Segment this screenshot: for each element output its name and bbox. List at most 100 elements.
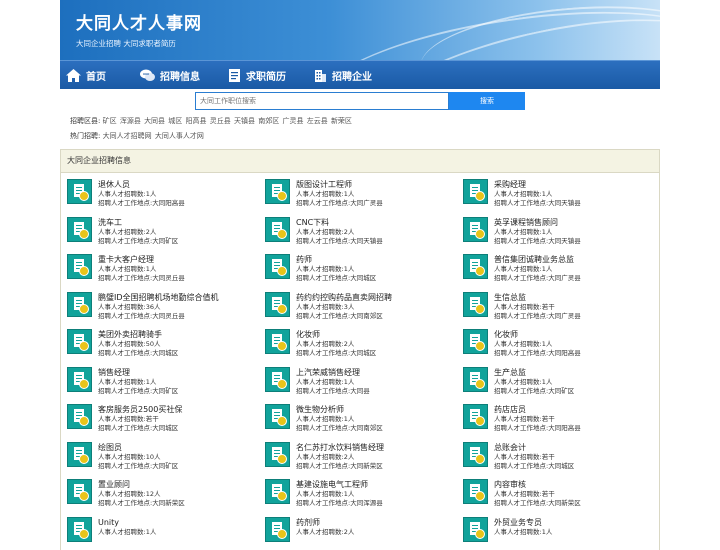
job-title[interactable]: 基建设施电气工程师	[296, 479, 383, 490]
job-count-label: 人事人才招聘数:	[98, 340, 146, 348]
area-link[interactable]: 新荣区	[331, 117, 352, 125]
job-title[interactable]: 总账会计	[494, 442, 574, 453]
job-item[interactable]: Unity人事人才招聘数:1人	[67, 517, 265, 550]
job-logo-icon	[463, 179, 488, 204]
job-title[interactable]: 洗车工	[98, 217, 178, 228]
job-item[interactable]: 重卡大客户经理人事人才招聘数:1人招聘人才工作地点:大同灵丘县	[67, 254, 265, 292]
job-location-label: 招聘人才工作地点:	[296, 424, 350, 432]
area-link[interactable]: 广灵县	[282, 117, 303, 125]
job-title[interactable]: 客房服务员2500买社保	[98, 404, 182, 415]
job-item[interactable]: 外贸业务专员人事人才招聘数:1人	[463, 517, 660, 550]
area-link[interactable]: 城区	[168, 117, 182, 125]
job-title[interactable]: 内容审核	[494, 479, 581, 490]
job-item[interactable]: 名仁苏打水饮料销售经理人事人才招聘数:2人招聘人才工作地点:大同新荣区	[265, 442, 463, 480]
job-title[interactable]: 化妆师	[296, 329, 376, 340]
area-link[interactable]: 浑源县	[120, 117, 141, 125]
job-title[interactable]: 置业顾问	[98, 479, 185, 490]
job-item[interactable]: 药剂师人事人才招聘数:2人	[265, 517, 463, 550]
job-title[interactable]: Unity	[98, 517, 156, 528]
job-title[interactable]: 英孚课程销售顾问	[494, 217, 581, 228]
job-title[interactable]: 重卡大客户经理	[98, 254, 185, 265]
job-title[interactable]: 普信集团诚聘业务总监	[494, 254, 581, 265]
job-title[interactable]: 销售经理	[98, 367, 178, 378]
hot-label: 热门招聘:	[70, 132, 100, 140]
job-grid: 退休人员人事人才招聘数:1人招聘人才工作地点:大同阳高县版图设计工程师人事人才招…	[61, 173, 659, 550]
job-item[interactable]: 化妆师人事人才招聘数:1人招聘人才工作地点:大同阳高县	[463, 329, 660, 367]
hot-link[interactable]: 大同人才招聘网	[103, 132, 152, 140]
job-item[interactable]: CNC下料人事人才招聘数:2人招聘人才工作地点:大同天镇县	[265, 217, 463, 255]
job-title[interactable]: 绘图员	[98, 442, 178, 453]
job-count: 人事人才招聘数:1人	[98, 265, 185, 274]
job-title[interactable]: 上汽荣威销售经理	[296, 367, 370, 378]
job-location-label: 招聘人才工作地点:	[296, 199, 350, 207]
job-logo-icon	[265, 254, 290, 279]
job-count: 人事人才招聘数:1人	[296, 265, 376, 274]
job-count-label: 人事人才招聘数:	[494, 415, 542, 423]
job-title[interactable]: 药店店员	[494, 404, 581, 415]
nav-item-jobs[interactable]: 招聘信息	[140, 68, 200, 83]
area-link[interactable]: 左云县	[307, 117, 328, 125]
job-title[interactable]: 采购经理	[494, 179, 581, 190]
job-title[interactable]: 药剂师	[296, 517, 354, 528]
job-item[interactable]: 退休人员人事人才招聘数:1人招聘人才工作地点:大同阳高县	[67, 179, 265, 217]
job-title[interactable]: 药师	[296, 254, 376, 265]
job-item[interactable]: 采购经理人事人才招聘数:1人招聘人才工作地点:大同天镇县	[463, 179, 660, 217]
area-link[interactable]: 灵丘县	[210, 117, 231, 125]
job-item[interactable]: 内容审核人事人才招聘数:若干招聘人才工作地点:大同新荣区	[463, 479, 660, 517]
area-link[interactable]: 天镇县	[234, 117, 255, 125]
job-item[interactable]: 绘图员人事人才招聘数:10人招聘人才工作地点:大同矿区	[67, 442, 265, 480]
job-item[interactable]: 总账会计人事人才招聘数:若干招聘人才工作地点:大同城区	[463, 442, 660, 480]
job-item[interactable]: 药约约控购药品直卖网招聘人事人才招聘数:3人招聘人才工作地点:大同南郊区	[265, 292, 463, 330]
job-location-label: 招聘人才工作地点:	[494, 274, 548, 282]
job-item[interactable]: 英孚课程销售顾问人事人才招聘数:1人招聘人才工作地点:大同天镇县	[463, 217, 660, 255]
job-count: 人事人才招聘数:10人	[98, 453, 178, 462]
job-item[interactable]: 微生物分析师人事人才招聘数:1人招聘人才工作地点:大同南郊区	[265, 404, 463, 442]
nav-item-companies[interactable]: 招聘企业	[314, 68, 372, 83]
job-item[interactable]: 生信总监人事人才招聘数:若干招聘人才工作地点:大同广灵县	[463, 292, 660, 330]
hot-link[interactable]: 大同人事人才网	[155, 132, 204, 140]
nav-item-resumes[interactable]: 求职简历	[228, 68, 286, 83]
job-item[interactable]: 客房服务员2500买社保人事人才招聘数:若干招聘人才工作地点:大同城区	[67, 404, 265, 442]
job-title[interactable]: 药约约控购药品直卖网招聘	[296, 292, 392, 303]
job-item[interactable]: 药店店员人事人才招聘数:若干招聘人才工作地点:大同阳高县	[463, 404, 660, 442]
job-location-value: 大同矿区	[152, 237, 178, 245]
job-title[interactable]: 退休人员	[98, 179, 185, 190]
job-item[interactable]: 化妆师人事人才招聘数:2人招聘人才工作地点:大同城区	[265, 329, 463, 367]
area-link[interactable]: 大同县	[144, 117, 165, 125]
job-item[interactable]: 置业顾问人事人才招聘数:12人招聘人才工作地点:大同新荣区	[67, 479, 265, 517]
job-location-label: 招聘人才工作地点:	[98, 462, 152, 470]
search-button[interactable]: 搜索	[449, 92, 525, 110]
job-title[interactable]: 化妆师	[494, 329, 581, 340]
job-item[interactable]: 鹏璧ID全国招聘机场地勤综合值机人事人才招聘数:36人招聘人才工作地点:大同灵丘…	[67, 292, 265, 330]
area-link[interactable]: 南郊区	[258, 117, 279, 125]
job-item[interactable]: 药师人事人才招聘数:1人招聘人才工作地点:大同城区	[265, 254, 463, 292]
job-title[interactable]: 微生物分析师	[296, 404, 383, 415]
job-title[interactable]: 美团外卖招聘骑手	[98, 329, 178, 340]
job-title[interactable]: 生信总监	[494, 292, 581, 303]
job-location: 招聘人才工作地点:大同广灵县	[494, 312, 581, 321]
job-count: 人事人才招聘数:1人	[494, 228, 581, 237]
job-count: 人事人才招聘数:1人	[494, 378, 574, 387]
job-title[interactable]: CNC下料	[296, 217, 383, 228]
job-title[interactable]: 外贸业务专员	[494, 517, 552, 528]
job-title[interactable]: 鹏璧ID全国招聘机场地勤综合值机	[98, 292, 219, 303]
job-title[interactable]: 版图设计工程师	[296, 179, 383, 190]
job-item[interactable]: 基建设施电气工程师人事人才招聘数:1人招聘人才工作地点:大同浑源县	[265, 479, 463, 517]
job-item[interactable]: 美团外卖招聘骑手人事人才招聘数:50人招聘人才工作地点:大同城区	[67, 329, 265, 367]
job-count-value: 若干	[542, 303, 555, 311]
nav-item-home[interactable]: 首页	[66, 68, 106, 83]
job-item[interactable]: 销售经理人事人才招聘数:1人招聘人才工作地点:大同矿区	[67, 367, 265, 405]
job-title[interactable]: 生产总监	[494, 367, 574, 378]
job-item[interactable]: 普信集团诚聘业务总监人事人才招聘数:1人招聘人才工作地点:大同广灵县	[463, 254, 660, 292]
job-item[interactable]: 生产总监人事人才招聘数:1人招聘人才工作地点:大同矿区	[463, 367, 660, 405]
job-item[interactable]: 版图设计工程师人事人才招聘数:1人招聘人才工作地点:大同广灵县	[265, 179, 463, 217]
area-link[interactable]: 矿区	[103, 117, 117, 125]
area-link[interactable]: 阳高县	[186, 117, 207, 125]
job-item[interactable]: 洗车工人事人才招聘数:2人招聘人才工作地点:大同矿区	[67, 217, 265, 255]
job-location-value: 大同广灵县	[350, 199, 383, 207]
job-count: 人事人才招聘数:1人	[296, 190, 383, 199]
search-input[interactable]	[195, 92, 449, 110]
job-logo-icon	[463, 292, 488, 317]
job-title[interactable]: 名仁苏打水饮料销售经理	[296, 442, 384, 453]
job-item[interactable]: 上汽荣威销售经理人事人才招聘数:1人招聘人才工作地点:大同县	[265, 367, 463, 405]
